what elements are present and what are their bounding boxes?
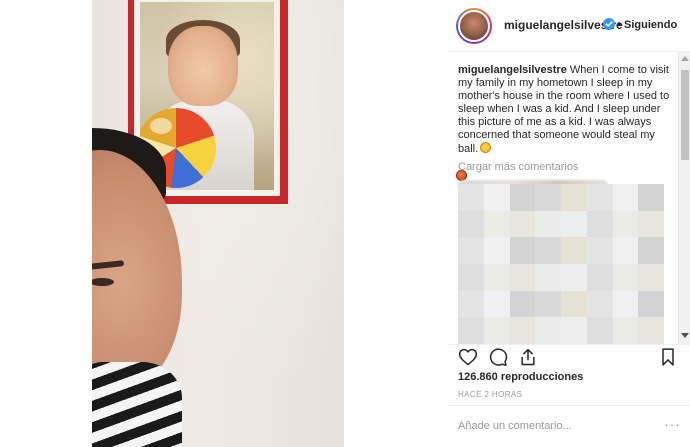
comments-list[interactable]: miguelangelsilvestre When I come to visi… xyxy=(448,52,682,344)
blur-pixel xyxy=(561,210,587,238)
blur-pixel xyxy=(535,317,562,344)
blur-pixel xyxy=(638,210,664,238)
blur-pixel xyxy=(586,317,613,344)
scroll-up-arrow-icon[interactable] xyxy=(681,56,689,61)
blur-pixel xyxy=(586,290,613,318)
blur-pixel xyxy=(561,290,587,318)
post-caption: miguelangelsilvestre When I come to visi… xyxy=(456,64,678,181)
verified-badge-icon xyxy=(603,18,615,30)
blur-pixel xyxy=(535,184,562,211)
header-separator: • xyxy=(617,17,622,31)
blur-pixel xyxy=(586,184,613,211)
blur-pixel xyxy=(612,237,639,265)
blur-pixel xyxy=(483,317,510,344)
blur-pixel xyxy=(458,184,484,211)
grimacing-face-emoji xyxy=(480,142,492,153)
blur-pixel xyxy=(509,290,536,318)
load-more-comments-link[interactable]: Cargar más comentarios xyxy=(458,161,578,173)
blur-pixel xyxy=(612,264,639,291)
blur-pixel xyxy=(458,210,484,238)
blur-pixel xyxy=(638,290,664,318)
blur-pixel xyxy=(638,264,664,291)
blur-pixel xyxy=(612,210,639,238)
blurred-comments-area xyxy=(458,184,664,344)
caption-text: When I come to visit my family in my hom… xyxy=(458,64,670,155)
heart-icon[interactable] xyxy=(458,347,480,369)
blur-pixel xyxy=(535,237,562,265)
blur-pixel xyxy=(483,264,510,291)
bookmark-icon[interactable] xyxy=(658,347,680,369)
blur-pixel xyxy=(586,264,613,291)
blur-pixel xyxy=(612,317,639,344)
more-options-icon[interactable]: ··· xyxy=(664,416,681,432)
post-header: miguelangelsilvestre • Siguiendo xyxy=(448,0,690,52)
blur-pixel xyxy=(638,184,664,211)
comments-scrollbar[interactable] xyxy=(678,52,690,344)
blur-pixel xyxy=(561,264,587,291)
blur-pixel xyxy=(458,317,484,344)
blur-pixel xyxy=(638,237,664,265)
blur-pixel xyxy=(535,290,562,318)
blur-pixel xyxy=(458,237,484,265)
post-video[interactable] xyxy=(92,0,344,447)
blur-pixel xyxy=(509,210,536,238)
instagram-post-view: miguelangelsilvestre • Siguiendo miguela… xyxy=(0,0,690,447)
post-actions-bar xyxy=(448,344,690,370)
blur-pixel xyxy=(509,317,536,344)
blur-pixel xyxy=(483,210,510,238)
scroll-thumb[interactable] xyxy=(681,70,689,160)
blur-pixel xyxy=(483,290,510,318)
blur-pixel xyxy=(509,184,536,211)
comment-bubble-icon[interactable] xyxy=(488,347,510,369)
blur-pixel xyxy=(638,317,664,344)
following-button[interactable]: Siguiendo xyxy=(624,19,677,31)
blur-pixel xyxy=(612,290,639,318)
blur-pixel xyxy=(458,264,484,291)
blur-pixel xyxy=(535,264,562,291)
blur-pixel xyxy=(586,210,613,238)
page-backdrop xyxy=(0,0,92,447)
blur-pixel xyxy=(612,184,639,211)
scroll-down-arrow-icon[interactable] xyxy=(681,333,689,338)
blur-pixel xyxy=(509,264,536,291)
caption-username[interactable]: miguelangelsilvestre xyxy=(458,64,567,76)
blur-pixel xyxy=(561,184,587,211)
blur-pixel xyxy=(483,237,510,265)
blur-pixel xyxy=(586,237,613,265)
comment-input[interactable] xyxy=(458,418,658,434)
blur-pixel xyxy=(458,290,484,318)
blur-pixel xyxy=(483,184,510,211)
share-icon[interactable] xyxy=(518,347,540,369)
blur-pixel xyxy=(561,317,587,344)
avatar[interactable] xyxy=(456,8,492,44)
blur-pixel xyxy=(561,237,587,265)
striped-shirt xyxy=(92,362,182,447)
blur-pixel xyxy=(509,237,536,265)
comment-bar: ··· xyxy=(448,405,690,447)
post-side-panel: miguelangelsilvestre • Siguiendo miguela… xyxy=(448,0,690,447)
blur-pixel xyxy=(535,210,562,238)
